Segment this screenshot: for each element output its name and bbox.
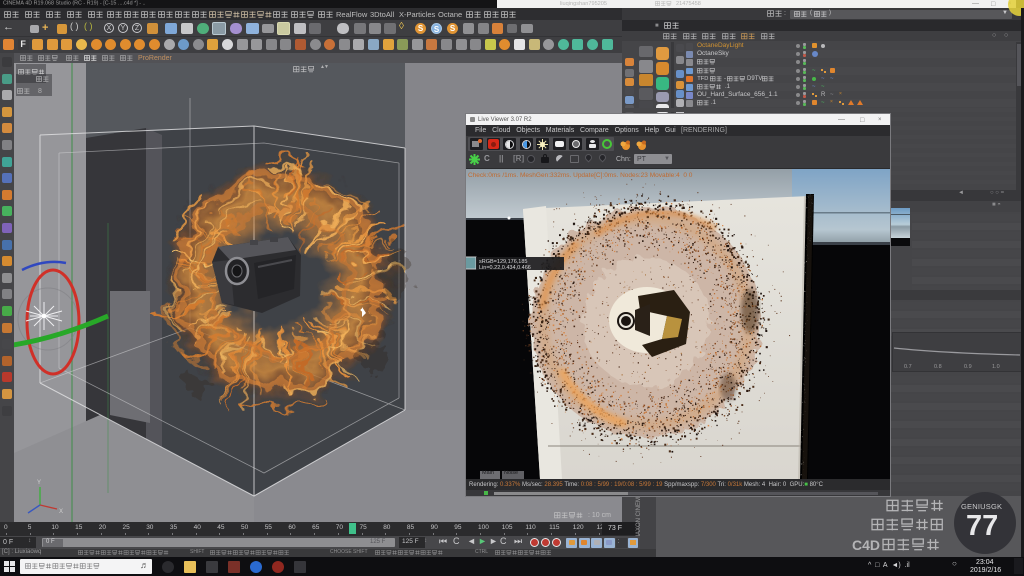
svg-text:1.0: 1.0 [992, 364, 1000, 370]
svg-text:0.7: 0.7 [904, 364, 912, 370]
svg-text:Y: Y [37, 480, 41, 486]
svg-text:0.8: 0.8 [934, 364, 942, 370]
svg-text:0.9: 0.9 [964, 364, 972, 370]
svg-text:Lin=0.22,0.434,0.466: Lin=0.22,0.434,0.466 [479, 265, 531, 271]
svg-text:X: X [59, 509, 63, 515]
